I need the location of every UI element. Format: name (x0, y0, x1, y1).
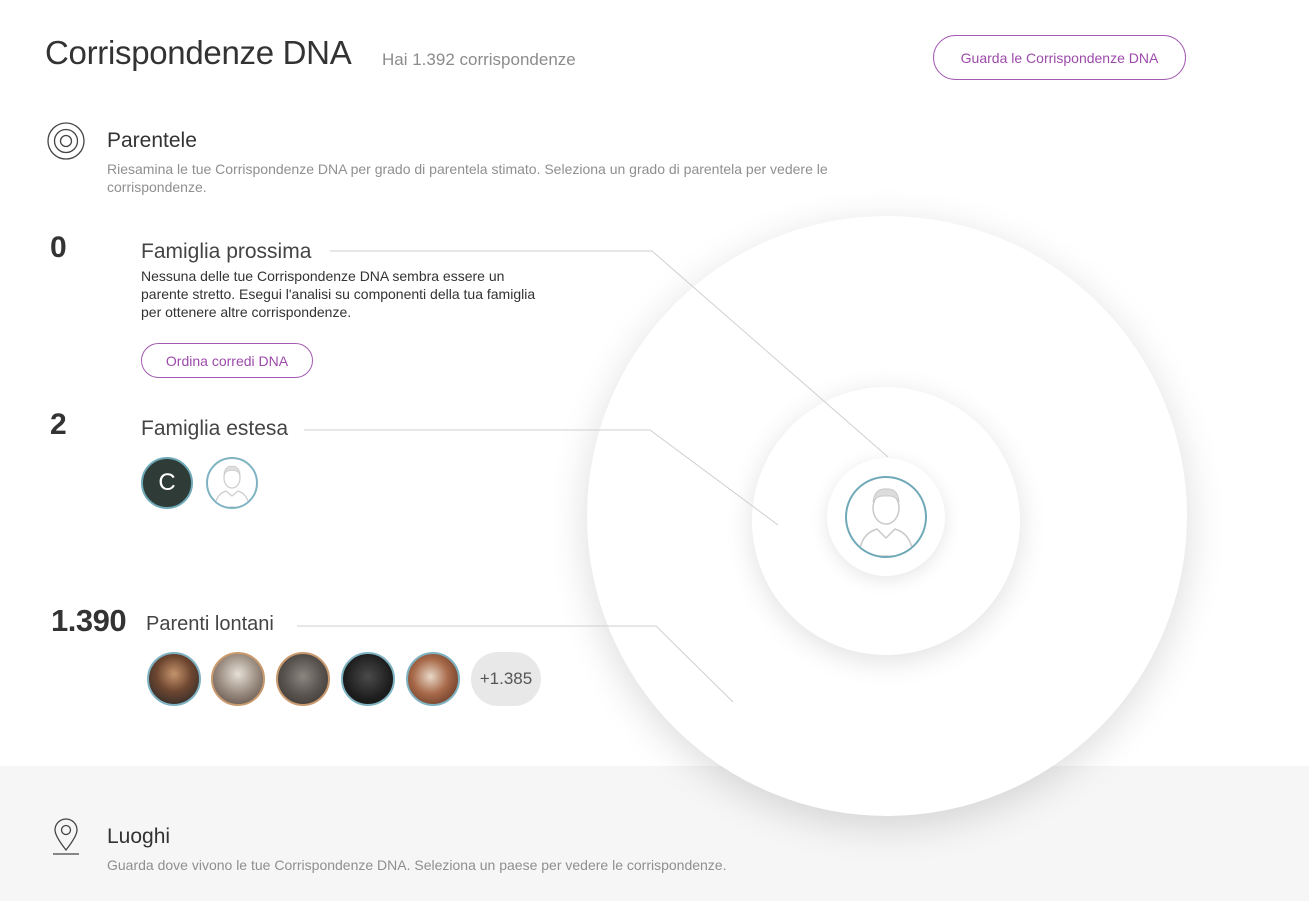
extended-family-title[interactable]: Famiglia estesa (141, 417, 288, 441)
match-avatar[interactable] (276, 652, 330, 706)
close-family-description: Nessuna delle tue Corrispondenze DNA sem… (141, 268, 536, 320)
match-avatar[interactable] (341, 652, 395, 706)
distant-family-title[interactable]: Parenti lontani (146, 613, 274, 636)
person-silhouette-icon (858, 488, 914, 556)
match-avatar[interactable] (206, 457, 258, 509)
match-avatar[interactable] (406, 652, 460, 706)
close-family-title[interactable]: Famiglia prossima (141, 240, 311, 264)
location-pin-icon (51, 817, 81, 862)
more-matches-badge[interactable]: +1.385 (471, 652, 541, 706)
target-icon (47, 122, 85, 165)
match-avatar[interactable]: C (141, 457, 193, 509)
places-description: Guarda dove vivono le tue Corrispondenze… (107, 857, 727, 873)
extended-family-count: 2 (50, 408, 67, 441)
match-avatar[interactable] (211, 652, 265, 706)
relationships-description: Riesamina le tue Corrispondenze DNA per … (107, 161, 828, 195)
close-family-count: 0 (50, 231, 67, 264)
distant-family-count: 1.390 (51, 603, 127, 638)
view-dna-matches-button[interactable]: Guarda le Corrispondenze DNA (933, 35, 1186, 80)
places-title: Luoghi (107, 825, 171, 848)
self-avatar (845, 476, 927, 558)
places-section-background (0, 766, 1309, 901)
relationships-title: Parentele (107, 129, 197, 152)
person-silhouette-icon (214, 465, 250, 507)
match-avatar[interactable] (147, 652, 201, 706)
match-count: Hai 1.392 corrispondenze (382, 50, 576, 69)
order-dna-kits-button[interactable]: Ordina corredi DNA (141, 343, 313, 378)
page-title: Corrispondenze DNA (45, 34, 352, 71)
